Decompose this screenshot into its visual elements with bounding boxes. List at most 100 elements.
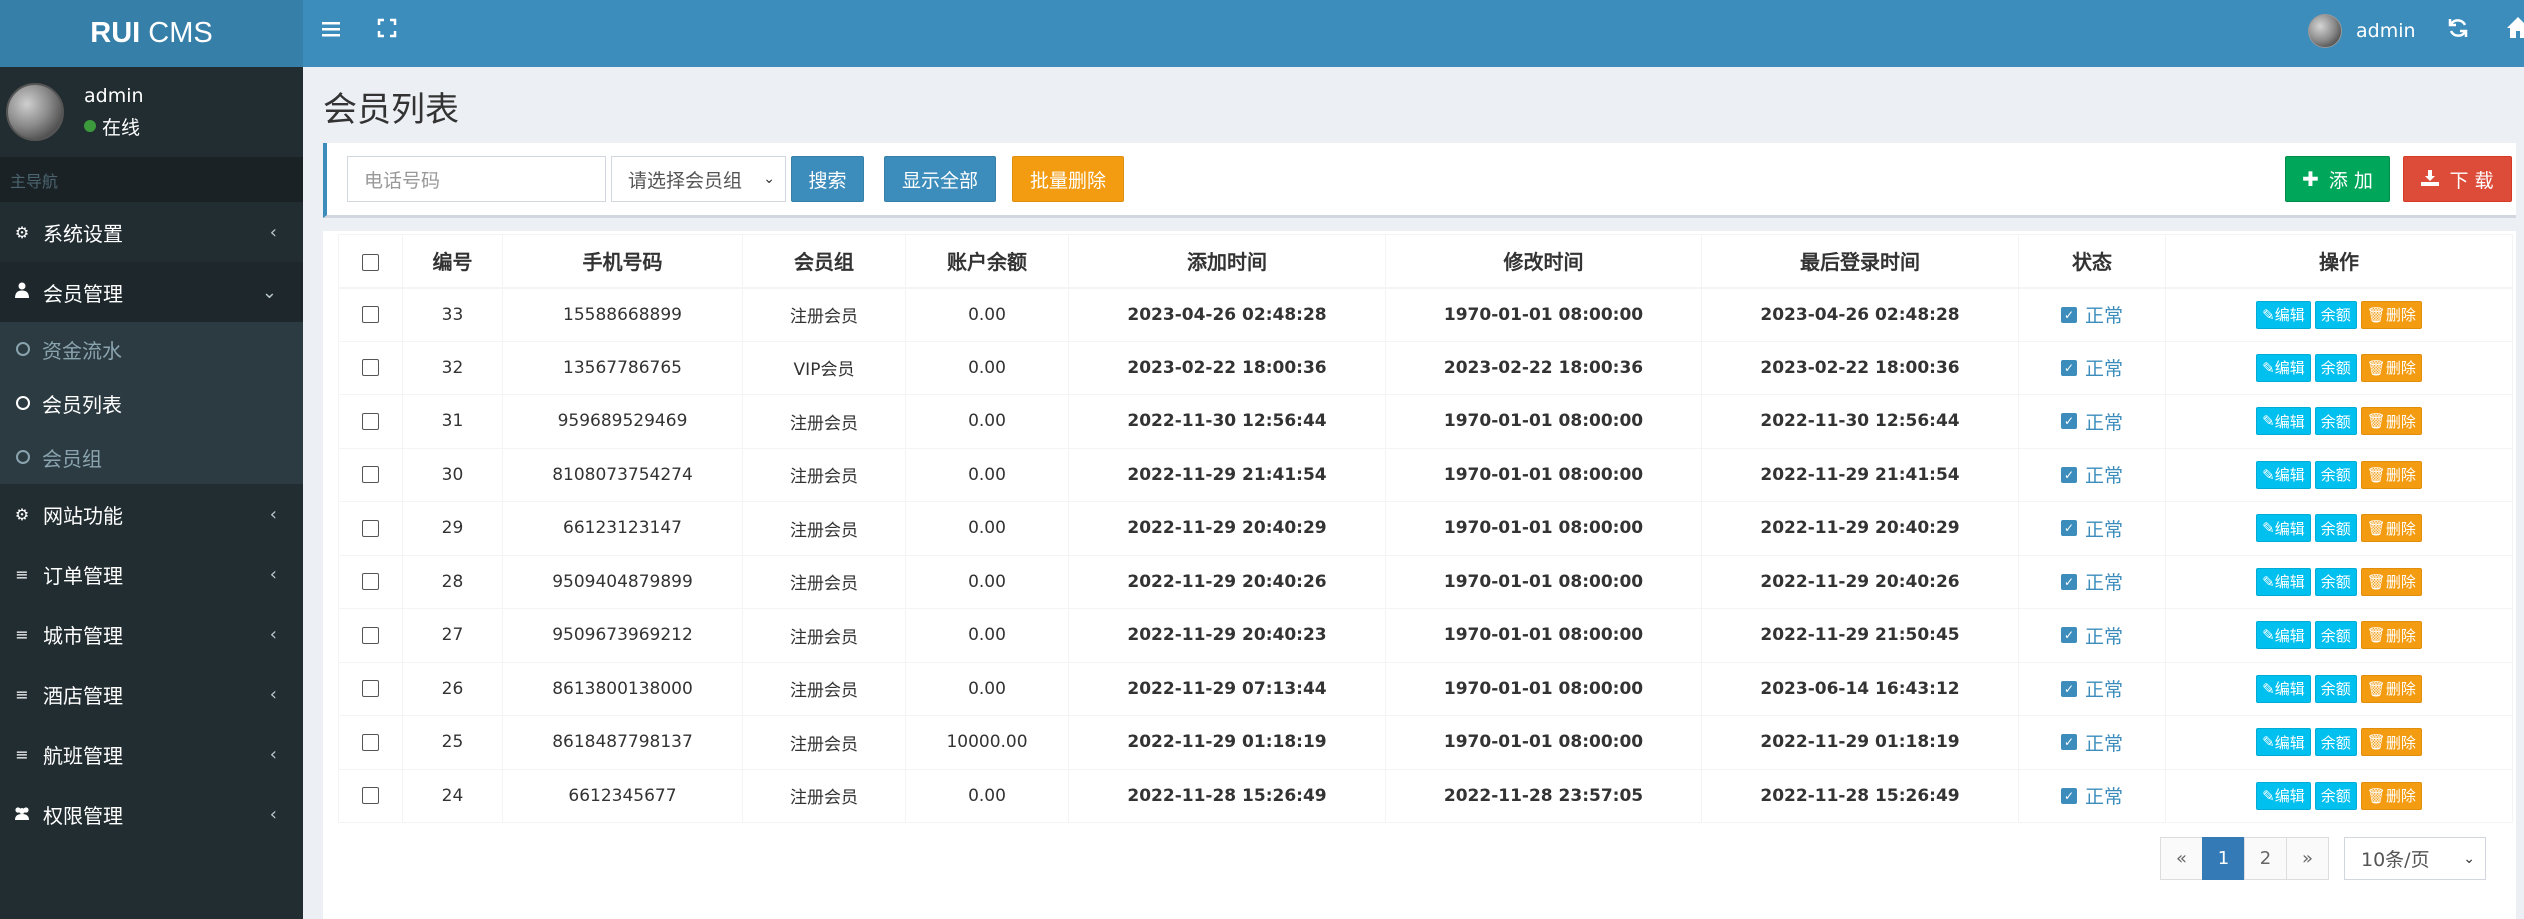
edit-button[interactable]: ✎ 编辑	[2256, 567, 2311, 596]
row-checkbox[interactable]	[362, 412, 379, 430]
column-header: 操作	[2165, 234, 2513, 289]
delete-button[interactable]: 🗑 删除	[2360, 460, 2422, 489]
row-checkbox[interactable]	[362, 359, 379, 377]
sidebar-item-city-management[interactable]: ≡ 城市管理 ‹	[0, 604, 303, 664]
refresh-icon[interactable]	[2447, 17, 2469, 45]
show-all-button[interactable]: 显示全部	[884, 156, 996, 202]
status-label: 正常	[2084, 625, 2123, 648]
status-label: 正常	[2084, 465, 2123, 488]
row-checkbox[interactable]	[362, 787, 379, 805]
topbar-user-menu[interactable]: admin	[2308, 14, 2416, 48]
delete-button[interactable]: 🗑 删除	[2360, 728, 2422, 757]
edit-button[interactable]: ✎ 编辑	[2256, 621, 2311, 650]
sidebar-item-hotel-management[interactable]: ≡ 酒店管理 ‹	[0, 664, 303, 724]
edit-button[interactable]: ✎ 编辑	[2256, 460, 2311, 489]
hamburger-menu-icon[interactable]	[322, 18, 340, 43]
status-toggle[interactable]: ✓ 正常	[2060, 301, 2123, 328]
status-toggle[interactable]: ✓ 正常	[2060, 515, 2123, 542]
balance-button[interactable]: 余额	[2314, 514, 2357, 543]
trash-icon: 🗑	[2366, 572, 2386, 591]
delete-button[interactable]: 🗑 删除	[2360, 407, 2422, 436]
sidebar-item-member-management[interactable]: 会员管理 ⌄	[0, 262, 303, 322]
search-button[interactable]: 搜索	[791, 156, 864, 202]
balance-button[interactable]: 余额	[2314, 728, 2357, 757]
pagination-page-1[interactable]: 1	[2202, 837, 2245, 880]
sidebar-item-label: 会员管理	[43, 281, 123, 306]
row-checkbox[interactable]	[362, 519, 379, 537]
sidebar-item-permission-management[interactable]: 权限管理 ‹	[0, 784, 303, 844]
row-checkbox[interactable]	[362, 733, 379, 751]
delete-button[interactable]: 🗑 删除	[2360, 353, 2422, 382]
row-select-cell	[338, 608, 403, 663]
add-button[interactable]: ✚ 添 加	[2285, 156, 2390, 202]
row-checkbox[interactable]	[362, 626, 379, 644]
status-toggle[interactable]: ✓ 正常	[2060, 408, 2123, 435]
balance-button[interactable]: 余额	[2314, 407, 2357, 436]
status-toggle[interactable]: ✓ 正常	[2060, 729, 2123, 756]
batch-delete-button[interactable]: 批量删除	[1012, 156, 1124, 202]
sidebar-item-order-management[interactable]: ≡ 订单管理 ‹	[0, 544, 303, 604]
edit-button[interactable]: ✎ 编辑	[2256, 353, 2311, 382]
cell-group: 注册会员	[742, 661, 906, 716]
pagination-next[interactable]: »	[2286, 837, 2329, 880]
sidebar-item-system-settings[interactable]: ⚙ 系统设置 ‹	[0, 202, 303, 262]
delete-button[interactable]: 🗑 删除	[2360, 514, 2422, 543]
status-label: 正常	[2084, 358, 2123, 381]
balance-button[interactable]: 余额	[2314, 353, 2357, 382]
cell-added-time: 2022-11-29 01:18:19	[1068, 715, 1386, 770]
edit-button[interactable]: ✎ 编辑	[2256, 407, 2311, 436]
edit-button[interactable]: ✎ 编辑	[2256, 728, 2311, 757]
status-toggle[interactable]: ✓ 正常	[2060, 568, 2123, 595]
table-row: 33 15588668899 注册会员 0.00 2023-04-26 02:48:28…	[338, 287, 2513, 342]
balance-button[interactable]: 余额	[2314, 567, 2357, 596]
logo[interactable]: RUI CMS	[0, 0, 303, 67]
home-icon[interactable]	[2507, 17, 2524, 45]
trash-icon: 🗑	[2366, 626, 2386, 645]
delete-button[interactable]: 🗑 删除	[2360, 674, 2422, 703]
balance-button[interactable]: 余额	[2314, 300, 2357, 329]
member-group-select[interactable]: 请选择会员组 ⌄	[611, 156, 786, 202]
cell-modified-time: 1970-01-01 08:00:00	[1385, 394, 1702, 449]
balance-button[interactable]: 余额	[2314, 621, 2357, 650]
status-toggle[interactable]: ✓ 正常	[2060, 354, 2123, 381]
row-checkbox[interactable]	[362, 680, 379, 698]
top-navbar: admin	[303, 0, 2524, 67]
sidebar-subitem-fund-flow[interactable]: 资金流水	[0, 322, 303, 376]
edit-button[interactable]: ✎ 编辑	[2256, 674, 2311, 703]
edit-button[interactable]: ✎ 编辑	[2256, 300, 2311, 329]
row-checkbox[interactable]	[362, 306, 379, 323]
select-all-checkbox[interactable]	[362, 253, 379, 271]
delete-button-label: 删除	[2385, 412, 2416, 431]
sidebar-subitem-member-group[interactable]: 会员组	[0, 430, 303, 484]
fullscreen-icon[interactable]	[377, 18, 397, 44]
phone-search-input[interactable]: 电话号码	[347, 156, 606, 202]
page-size-select[interactable]: 10条/页 ⌄	[2344, 837, 2486, 880]
balance-button[interactable]: 余额	[2314, 460, 2357, 489]
sidebar-item-site-functions[interactable]: ⚙ 网站功能 ‹	[0, 484, 303, 544]
status-toggle[interactable]: ✓ 正常	[2060, 675, 2123, 702]
cell-group: 注册会员	[742, 554, 906, 609]
sidebar-subitem-label: 会员列表	[42, 392, 122, 417]
row-checkbox[interactable]	[362, 573, 379, 591]
download-button[interactable]: 下 载	[2403, 156, 2512, 202]
status-label: 正常	[2084, 518, 2123, 541]
cell-added-time: 2022-11-28 15:26:49	[1068, 768, 1386, 823]
delete-button[interactable]: 🗑 删除	[2360, 300, 2422, 329]
balance-button[interactable]: 余额	[2314, 674, 2357, 703]
status-toggle[interactable]: ✓ 正常	[2060, 622, 2123, 649]
delete-button[interactable]: 🗑 删除	[2360, 781, 2422, 810]
sidebar-item-flight-management[interactable]: ≡ 航班管理 ‹	[0, 724, 303, 784]
cell-group: 注册会员	[742, 715, 906, 770]
edit-button[interactable]: ✎ 编辑	[2256, 514, 2311, 543]
edit-button[interactable]: ✎ 编辑	[2256, 781, 2311, 810]
pagination-page-2[interactable]: 2	[2244, 837, 2287, 880]
row-checkbox[interactable]	[362, 466, 379, 484]
cell-balance: 0.00	[905, 501, 1069, 556]
pagination-prev[interactable]: «	[2160, 837, 2203, 880]
status-toggle[interactable]: ✓ 正常	[2060, 782, 2123, 809]
delete-button[interactable]: 🗑 删除	[2360, 567, 2422, 596]
delete-button[interactable]: 🗑 删除	[2360, 621, 2422, 650]
status-toggle[interactable]: ✓ 正常	[2060, 461, 2123, 488]
sidebar-subitem-member-list[interactable]: 会员列表	[0, 376, 303, 430]
balance-button[interactable]: 余额	[2314, 781, 2357, 810]
